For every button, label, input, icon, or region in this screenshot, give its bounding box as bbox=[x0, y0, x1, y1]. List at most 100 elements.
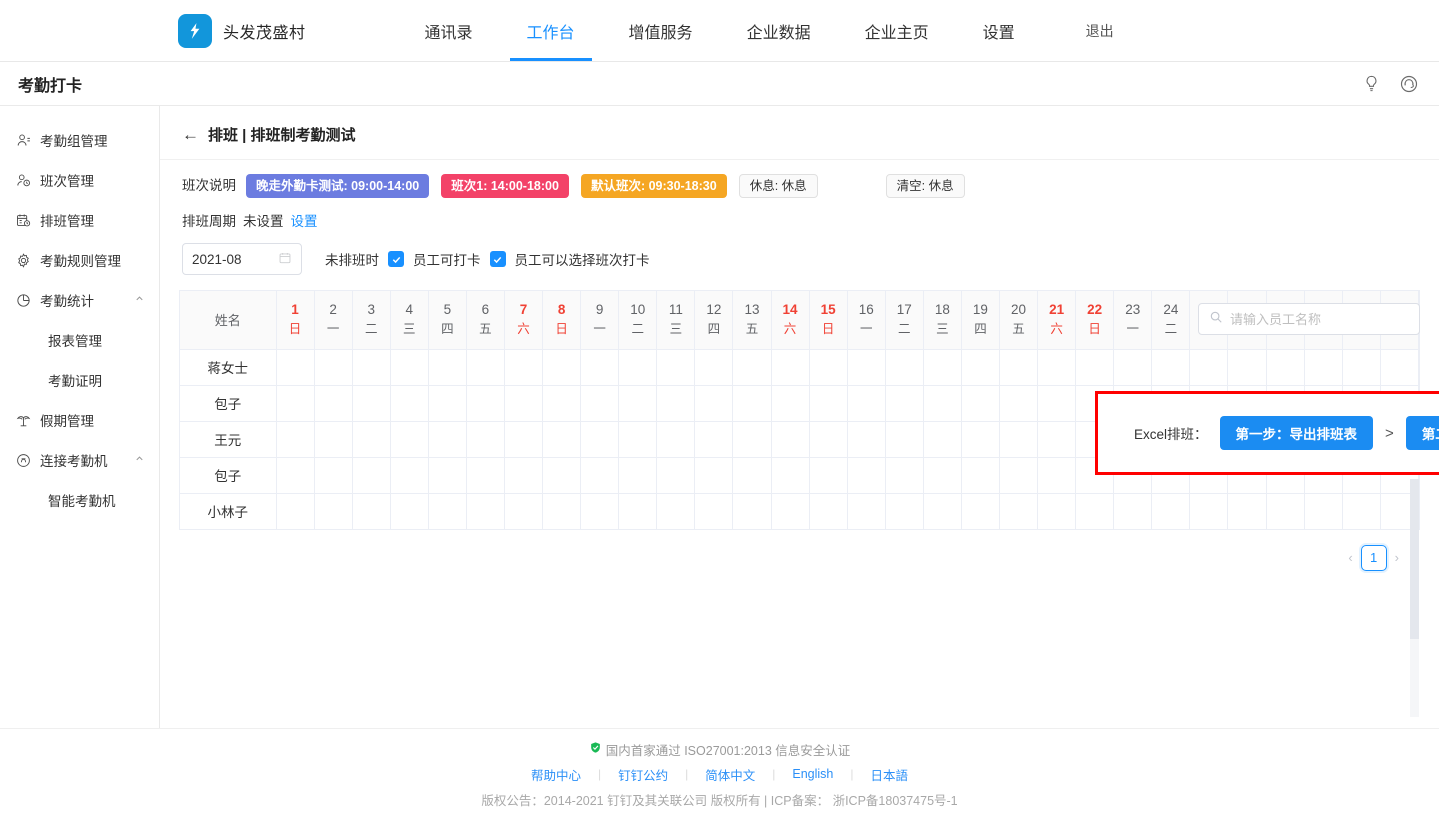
schedule-cell[interactable] bbox=[581, 385, 619, 421]
schedule-cell[interactable] bbox=[543, 493, 581, 529]
schedule-cell[interactable] bbox=[352, 493, 390, 529]
schedule-cell[interactable] bbox=[1076, 493, 1114, 529]
checkbox-can-select-shift[interactable] bbox=[490, 251, 506, 267]
schedule-cell[interactable] bbox=[999, 421, 1037, 457]
schedule-cell[interactable] bbox=[428, 457, 466, 493]
schedule-cell[interactable] bbox=[885, 457, 923, 493]
schedule-cell[interactable] bbox=[809, 349, 847, 385]
schedule-cell[interactable] bbox=[885, 493, 923, 529]
schedule-cell[interactable] bbox=[314, 385, 352, 421]
schedule-cell[interactable] bbox=[961, 493, 999, 529]
schedule-cell[interactable] bbox=[923, 493, 961, 529]
schedule-cell[interactable] bbox=[390, 421, 428, 457]
schedule-cell[interactable] bbox=[771, 421, 809, 457]
schedule-cell[interactable] bbox=[466, 493, 504, 529]
footer-link-dingtalk-convention[interactable]: 钉钉公约 bbox=[601, 765, 685, 784]
schedule-cell[interactable] bbox=[581, 421, 619, 457]
schedule-cell[interactable] bbox=[1304, 349, 1342, 385]
schedule-cell[interactable] bbox=[733, 493, 771, 529]
sidebar-item-shift-management[interactable]: 班次管理 bbox=[0, 160, 159, 200]
sidebar-item-schedule-management[interactable]: 排班管理 bbox=[0, 200, 159, 240]
schedule-cell[interactable] bbox=[428, 349, 466, 385]
chevron-right-icon[interactable]: › bbox=[1393, 550, 1401, 565]
schedule-cell[interactable] bbox=[390, 385, 428, 421]
schedule-cell[interactable] bbox=[1152, 349, 1190, 385]
schedule-cell[interactable] bbox=[466, 349, 504, 385]
schedule-cell[interactable] bbox=[961, 457, 999, 493]
shift-tag-shift1[interactable]: 班次1: 14:00-18:00 bbox=[441, 174, 569, 198]
schedule-cell[interactable] bbox=[1266, 349, 1304, 385]
checkbox-can-punch-label[interactable]: 员工可打卡 bbox=[413, 249, 481, 269]
schedule-cell[interactable] bbox=[581, 457, 619, 493]
schedule-cell[interactable] bbox=[1380, 349, 1418, 385]
export-schedule-button[interactable]: 第一步：导出排班表 bbox=[1220, 416, 1374, 450]
footer-link-english[interactable]: English bbox=[775, 767, 850, 781]
schedule-cell[interactable] bbox=[695, 349, 733, 385]
schedule-cell[interactable] bbox=[276, 349, 314, 385]
pagination-page-1[interactable]: 1 bbox=[1361, 545, 1387, 571]
sidebar-item-smart-device[interactable]: 智能考勤机 bbox=[0, 480, 159, 520]
schedule-cell[interactable] bbox=[314, 421, 352, 457]
schedule-cell[interactable] bbox=[352, 457, 390, 493]
schedule-cell[interactable] bbox=[999, 349, 1037, 385]
schedule-cell[interactable] bbox=[352, 421, 390, 457]
schedule-cell[interactable] bbox=[657, 421, 695, 457]
schedule-cell[interactable] bbox=[999, 493, 1037, 529]
schedule-cell[interactable] bbox=[695, 457, 733, 493]
schedule-cell[interactable] bbox=[923, 349, 961, 385]
schedule-cell[interactable] bbox=[466, 457, 504, 493]
schedule-cell[interactable] bbox=[695, 385, 733, 421]
schedule-cell[interactable] bbox=[885, 385, 923, 421]
schedule-cell[interactable] bbox=[504, 421, 542, 457]
schedule-cell[interactable] bbox=[1114, 349, 1152, 385]
chevron-left-icon[interactable]: ‹ bbox=[1346, 550, 1354, 565]
schedule-cell[interactable] bbox=[771, 457, 809, 493]
schedule-cell[interactable] bbox=[1190, 349, 1228, 385]
chevron-up-icon[interactable] bbox=[134, 293, 145, 307]
shift-tag-rest[interactable]: 休息: 休息 bbox=[739, 174, 818, 198]
schedule-cell[interactable] bbox=[733, 421, 771, 457]
schedule-cell[interactable] bbox=[923, 457, 961, 493]
schedule-cell[interactable] bbox=[771, 493, 809, 529]
schedule-cell[interactable] bbox=[657, 385, 695, 421]
schedule-cell[interactable] bbox=[657, 457, 695, 493]
schedule-cell[interactable] bbox=[504, 457, 542, 493]
sidebar-item-attendance-group[interactable]: 考勤组管理 bbox=[0, 120, 159, 160]
schedule-cell[interactable] bbox=[847, 421, 885, 457]
schedule-cell[interactable] bbox=[695, 421, 733, 457]
schedule-cell[interactable] bbox=[581, 493, 619, 529]
schedule-cell[interactable] bbox=[619, 421, 657, 457]
schedule-cycle-set-link[interactable]: 设置 bbox=[291, 210, 318, 230]
schedule-cell[interactable] bbox=[466, 385, 504, 421]
schedule-cell[interactable] bbox=[923, 385, 961, 421]
checkbox-can-select-shift-label[interactable]: 员工可以选择班次打卡 bbox=[515, 249, 650, 269]
schedule-cell[interactable] bbox=[504, 385, 542, 421]
schedule-cell[interactable] bbox=[1038, 385, 1076, 421]
schedule-cell[interactable] bbox=[1152, 493, 1190, 529]
schedule-cell[interactable] bbox=[1114, 493, 1152, 529]
schedule-cell[interactable] bbox=[847, 493, 885, 529]
search-input[interactable] bbox=[1230, 312, 1409, 327]
schedule-cell[interactable] bbox=[999, 385, 1037, 421]
schedule-cell[interactable] bbox=[809, 385, 847, 421]
schedule-cell[interactable] bbox=[314, 457, 352, 493]
schedule-cell[interactable] bbox=[847, 349, 885, 385]
schedule-cell[interactable] bbox=[428, 421, 466, 457]
sidebar-item-report-management[interactable]: 报表管理 bbox=[0, 320, 159, 360]
schedule-cell[interactable] bbox=[695, 493, 733, 529]
schedule-cell[interactable] bbox=[1228, 493, 1266, 529]
schedule-cell[interactable] bbox=[1228, 349, 1266, 385]
sidebar-item-attendance-certificate[interactable]: 考勤证明 bbox=[0, 360, 159, 400]
schedule-cell[interactable] bbox=[352, 349, 390, 385]
sidebar-item-rule-management[interactable]: 考勤规则管理 bbox=[0, 240, 159, 280]
schedule-cell[interactable] bbox=[619, 493, 657, 529]
schedule-cell[interactable] bbox=[543, 349, 581, 385]
checkbox-can-punch[interactable] bbox=[388, 251, 404, 267]
schedule-cell[interactable] bbox=[809, 493, 847, 529]
nav-item-workbench[interactable]: 工作台 bbox=[500, 0, 602, 61]
schedule-cell[interactable] bbox=[276, 385, 314, 421]
schedule-cell[interactable] bbox=[885, 421, 923, 457]
lightbulb-icon[interactable] bbox=[1362, 74, 1381, 93]
import-schedule-button[interactable]: 第二步：导入排班表 bbox=[1406, 416, 1439, 450]
nav-item-contacts[interactable]: 通讯录 bbox=[398, 0, 500, 61]
